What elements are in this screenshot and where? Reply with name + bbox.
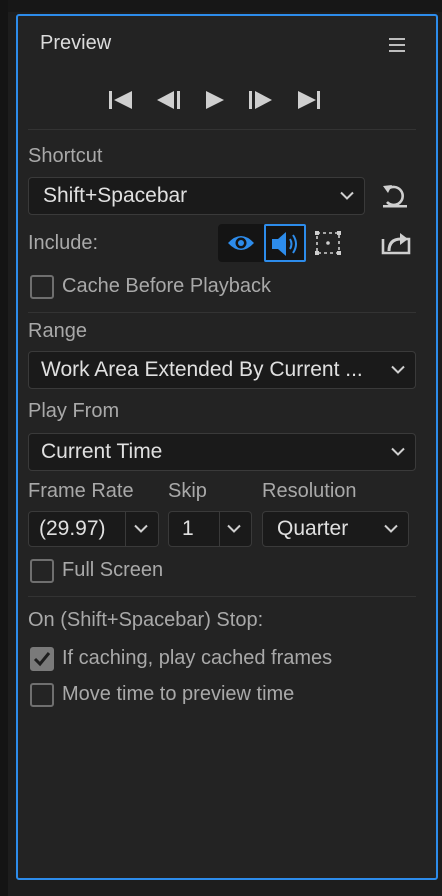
shortcut-value: Shift+Spacebar [43, 184, 188, 207]
video-toggle[interactable] [218, 224, 264, 262]
divider [28, 596, 416, 597]
skip-value[interactable]: 1 [182, 517, 194, 541]
divider [28, 312, 416, 313]
move-time-checkbox[interactable] [30, 683, 54, 707]
hamburger-icon[interactable] [389, 38, 405, 52]
next-frame-icon[interactable] [248, 90, 274, 110]
export-icon[interactable] [381, 229, 411, 255]
divider [28, 129, 416, 130]
play-icon[interactable] [204, 90, 226, 110]
reset-icon[interactable] [380, 183, 410, 209]
range-value: Work Area Extended By Current ... [41, 358, 363, 381]
top-bar [8, 0, 442, 12]
on-stop-label: On (Shift+Spacebar) Stop: [28, 609, 264, 631]
skip-label: Skip [168, 480, 207, 502]
include-label: Include: [28, 232, 99, 254]
resolution-dropdown[interactable]: Quarter [262, 511, 409, 547]
last-frame-icon[interactable] [296, 90, 322, 110]
audio-icon [272, 232, 297, 256]
cache-before-playback-label: Cache Before Playback [62, 275, 272, 297]
frame-rate-label: Frame Rate [28, 480, 134, 502]
skip-combo[interactable]: 1 [168, 511, 252, 547]
cache-before-playback-checkbox[interactable] [30, 275, 54, 299]
play-from-dropdown[interactable]: Current Time [28, 433, 416, 471]
chevron-down-icon [391, 447, 405, 456]
audio-toggle[interactable] [264, 224, 306, 262]
eye-icon [228, 236, 254, 250]
chevron-down-icon [340, 191, 354, 200]
chevron-down-icon[interactable] [227, 524, 241, 534]
play-from-label: Play From [28, 400, 120, 422]
move-time-label: Move time to preview time [62, 683, 295, 705]
chevron-down-icon[interactable] [134, 524, 148, 534]
frame-rate-value[interactable]: (29.97) [39, 517, 106, 541]
panel-title: Preview [40, 32, 112, 54]
left-panel-strip [0, 0, 8, 896]
play-from-value: Current Time [41, 440, 163, 463]
checkmark-icon [33, 652, 51, 667]
include-toggle-group [218, 224, 350, 262]
chevron-down-icon [384, 524, 398, 533]
shortcut-dropdown[interactable]: Shift+Spacebar [28, 177, 365, 215]
if-caching-checkbox[interactable] [30, 647, 54, 671]
frame-rate-combo[interactable]: (29.97) [28, 511, 159, 547]
first-frame-icon[interactable] [108, 90, 134, 110]
combo-separator [125, 512, 126, 546]
shortcut-label: Shortcut [28, 145, 103, 167]
resolution-value: Quarter [277, 517, 349, 540]
overlay-icon [315, 231, 341, 255]
full-screen-checkbox[interactable] [30, 559, 54, 583]
transport-controls [108, 88, 322, 112]
combo-separator [219, 512, 220, 546]
chevron-down-icon [391, 365, 405, 374]
range-label: Range [28, 320, 87, 342]
resolution-label: Resolution [262, 480, 357, 502]
overlay-toggle[interactable] [306, 224, 350, 262]
if-caching-label: If caching, play cached frames [62, 647, 333, 669]
full-screen-label: Full Screen [62, 559, 164, 581]
range-dropdown[interactable]: Work Area Extended By Current ... [28, 351, 416, 389]
previous-frame-icon[interactable] [156, 90, 182, 110]
